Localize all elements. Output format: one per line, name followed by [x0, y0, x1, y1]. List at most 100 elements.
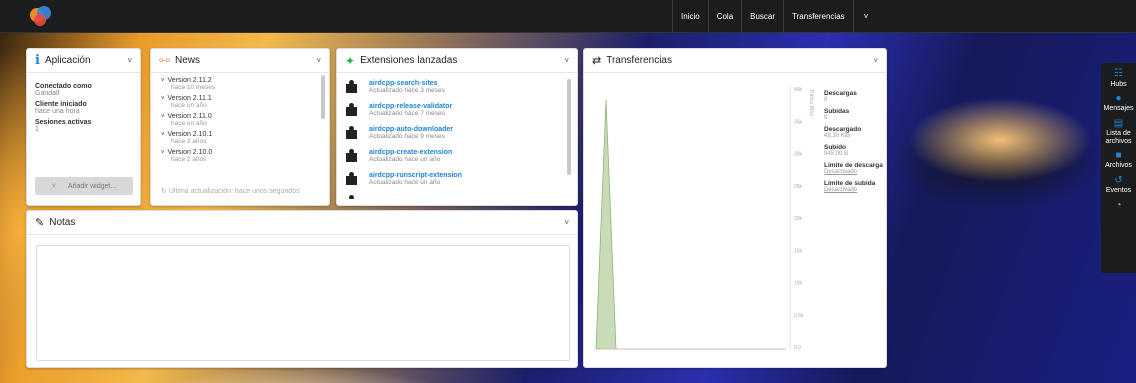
- rss-icon: ⧟: [159, 54, 170, 66]
- exchange-icon: ⇄: [592, 55, 602, 67]
- news-widget-header: ⧟ News ˅: [151, 49, 329, 73]
- puzzle-piece-icon: [345, 172, 359, 186]
- extension-item[interactable]: airdcpp-runscript-extension Actualizado h…: [345, 169, 569, 189]
- sidebar-item-hubs[interactable]: ☷ Hubs: [1101, 68, 1136, 88]
- extension-item[interactable]: airdcpp-search-sites Actualizado hace 3 m…: [345, 77, 569, 97]
- add-widget-label: Añadir widget...: [67, 182, 117, 190]
- connected-as-value: Gandalf: [35, 90, 60, 97]
- extensions-scrollbar[interactable]: [567, 79, 571, 175]
- connected-as-label: Conectado como: [35, 83, 92, 90]
- news-last-update: ↻ Última actualización: hace unos segund…: [161, 188, 300, 195]
- client-started-value: hace una hora: [35, 108, 80, 115]
- news-item[interactable]: ˅ Version 2.11.0 hace un año: [161, 113, 319, 127]
- top-bar: Inicio Cola Buscar Transferencias ˅: [0, 0, 1136, 33]
- y-tick-label: 0.0: [794, 345, 801, 351]
- top-nav: Inicio Cola Buscar Transferencias ˅: [672, 0, 878, 33]
- list-icon: ▤: [1113, 117, 1124, 129]
- extension-item[interactable]: airdcpp-share-monitor: [345, 192, 569, 199]
- uploads-label: Subidas: [824, 108, 850, 115]
- extension-name[interactable]: airdcpp-runscript-extension: [369, 172, 462, 179]
- transfers-widget: ⇄ Transferencias ˅ 40k 35k 30k 25k 20k 15k 10k…: [583, 48, 887, 368]
- active-sessions-value: 1: [35, 126, 39, 133]
- extension-item[interactable]: airdcpp-auto-downloader Actualizado hace …: [345, 123, 569, 143]
- refresh-icon[interactable]: ↻: [161, 188, 167, 195]
- extension-item[interactable]: airdcpp-create-extension Actualizado hace…: [345, 146, 569, 166]
- downloaded-label: Descargado: [824, 126, 862, 133]
- chevron-down-icon[interactable]: ˅: [127, 56, 132, 65]
- extension-item[interactable]: airdcpp-release-validator Actualizado hac…: [345, 100, 569, 120]
- notes-widget: ✎ Notas ˅: [26, 210, 578, 368]
- news-scrollbar[interactable]: [321, 75, 325, 119]
- chevron-down-icon[interactable]: ˅: [316, 56, 321, 65]
- extension-name[interactable]: airdcpp-search-sites: [369, 80, 445, 87]
- news-item[interactable]: ˅ Version 2.11.2 hace 10 meses: [161, 77, 319, 91]
- upload-limit-value[interactable]: Desactivado: [824, 187, 886, 193]
- uploads-value: 0: [824, 115, 828, 121]
- extension-name[interactable]: airdcpp-release-validator: [369, 103, 452, 110]
- traffic-chart-svg: 40k 35k 30k 25k 20k 15k 10k 0.5k 0.0 Tráfico (B/s…: [595, 87, 814, 351]
- chevron-down-icon[interactable]: ˅: [564, 56, 569, 65]
- nav-buscar[interactable]: Buscar: [742, 0, 783, 33]
- extension-name[interactable]: airdcpp-auto-downloader: [369, 126, 453, 133]
- info-icon: i: [35, 53, 40, 68]
- y-axis-label: Tráfico (B/s): [808, 89, 814, 116]
- app-widget-header: i Aplicación ˅: [27, 49, 140, 73]
- extensions-widget-title: Extensiones lanzadas: [360, 55, 458, 66]
- upload-limit-label: Límite de subida: [824, 180, 876, 187]
- news-item[interactable]: ˅ Version 2.10.0 hace 2 años: [161, 149, 319, 163]
- notes-textarea[interactable]: [36, 245, 570, 361]
- transfers-widget-title: Transferencias: [606, 55, 672, 66]
- file-icon: ■: [1115, 149, 1122, 161]
- download-limit-label: Límite de descarga: [824, 162, 883, 169]
- right-sidebar: ☷ Hubs ● Mensajes ▤ Lista de archivos ■ …: [1101, 63, 1136, 273]
- traffic-chart: 40k 35k 30k 25k 20k 15k 10k 0.5k 0.0 Tráfico (B/s…: [592, 81, 814, 361]
- downloads-label: Descargas: [824, 90, 857, 97]
- sidebar-item-clock[interactable]: ◔: [1101, 199, 1136, 213]
- y-tick-label: 20k: [794, 216, 803, 222]
- news-list[interactable]: ˅ Version 2.11.2 hace 10 meses ˅ Version 2…: [151, 73, 329, 185]
- uploaded-label: Subido: [824, 144, 847, 151]
- y-tick-label: 30k: [794, 152, 803, 158]
- y-tick-label: 10k: [794, 281, 803, 287]
- nav-cola[interactable]: Cola: [709, 0, 741, 33]
- puzzle-piece-icon: [345, 149, 359, 163]
- chevron-down-icon: ˅: [161, 114, 165, 120]
- sidebar-item-lista-de-archivos[interactable]: ▤ Lista de archivos: [1101, 117, 1136, 145]
- client-started-label: Cliente iniciado: [35, 101, 87, 108]
- traffic-area: [595, 100, 786, 350]
- add-widget-button[interactable]: ˅ Añadir widget...: [35, 177, 133, 195]
- uploaded-value: 945.00 B: [824, 151, 849, 157]
- chevron-down-icon[interactable]: ˅: [854, 0, 879, 33]
- y-tick-label: 0.5k: [794, 313, 804, 319]
- comments-icon: ●: [1115, 92, 1122, 104]
- puzzle-piece-icon: [345, 103, 359, 117]
- chevron-down-icon: ˅: [161, 150, 165, 156]
- puzzle-piece-icon: [345, 80, 359, 94]
- chevron-down-icon[interactable]: ˅: [564, 218, 569, 227]
- transfer-stats: Descargas 0 Subidas 0 Descargado 49.30 K…: [824, 85, 886, 193]
- extension-name[interactable]: airdcpp-create-extension: [369, 149, 452, 156]
- clock-icon: ◔: [1115, 199, 1122, 211]
- sitemap-icon: ☷: [1114, 68, 1123, 79]
- sidebar-item-mensajes[interactable]: ● Mensajes: [1101, 92, 1136, 113]
- extensions-list[interactable]: airdcpp-search-sites Actualizado hace 3 m…: [337, 73, 577, 199]
- y-tick-label: 40k: [794, 87, 803, 93]
- y-tick-label: 25k: [794, 184, 803, 190]
- extensions-widget: ✦ Extensiones lanzadas ˅ airdcpp-search-…: [336, 48, 578, 206]
- download-limit-value[interactable]: Desactivado: [824, 169, 886, 175]
- news-item[interactable]: ˅ Version 2.10.1 hace 2 años: [161, 131, 319, 145]
- sidebar-item-eventos[interactable]: ↺ Eventos: [1101, 175, 1136, 195]
- nav-transferencias[interactable]: Transferencias: [784, 0, 853, 33]
- news-item[interactable]: ˅ Version 2.11.1 hace un año: [161, 95, 319, 109]
- notes-widget-header: ✎ Notas ˅: [27, 211, 577, 235]
- app-logo[interactable]: [30, 6, 52, 28]
- chevron-down-icon[interactable]: ˅: [873, 56, 878, 65]
- nav-inicio[interactable]: Inicio: [673, 0, 708, 33]
- chevron-down-icon: ˅: [161, 96, 165, 102]
- extension-name[interactable]: airdcpp-share-monitor: [369, 199, 444, 200]
- news-widget: ⧟ News ˅ ˅ Version 2.11.2 hace 10 meses ˅…: [150, 48, 330, 206]
- sidebar-item-archivos[interactable]: ■ Archivos: [1101, 149, 1136, 170]
- chevron-down-icon: ˅: [161, 78, 165, 84]
- dashboard: i Aplicación ˅ Conectado como Gandalf Cl…: [26, 42, 892, 372]
- downloaded-value: 49.30 KiB: [824, 133, 851, 139]
